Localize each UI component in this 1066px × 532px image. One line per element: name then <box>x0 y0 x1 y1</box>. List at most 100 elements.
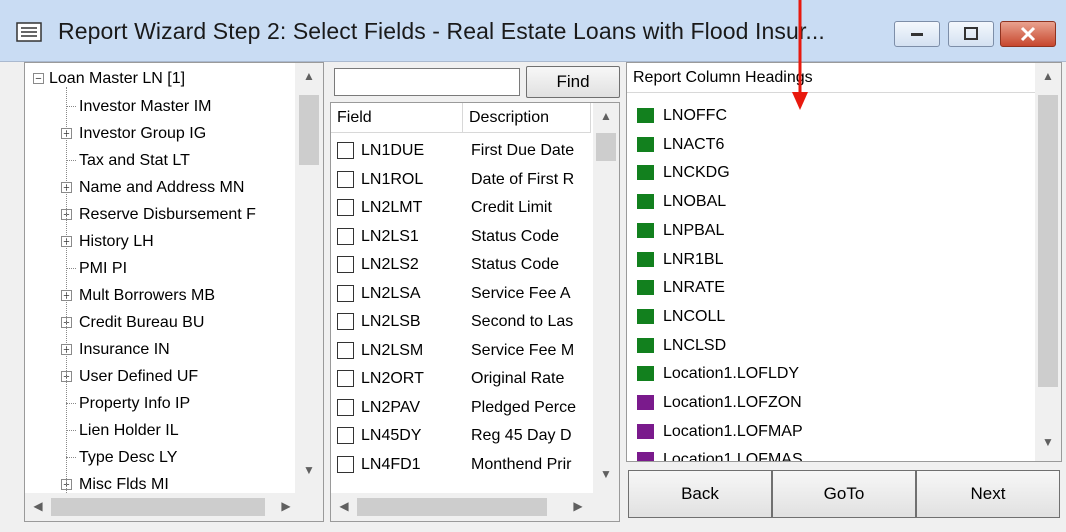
field-description: Service Fee M <box>471 341 575 359</box>
field-checkbox[interactable] <box>337 199 354 216</box>
tree-item-label: Name and Address MN <box>79 179 245 196</box>
field-horizontal-scrollbar[interactable]: ◀ ▶ <box>331 493 619 521</box>
field-description: Credit Limit <box>471 199 552 216</box>
field-checkbox[interactable] <box>337 142 354 159</box>
color-swatch-icon <box>637 395 654 410</box>
tree-item-label: Insurance IN <box>79 341 170 358</box>
field-code: LN1DUE <box>361 142 425 159</box>
field-checkbox[interactable] <box>337 341 354 359</box>
tree-item-label: Investor Master IM <box>79 98 212 115</box>
scroll-left-icon[interactable]: ◀ <box>335 499 353 513</box>
maximize-button[interactable] <box>948 21 994 47</box>
field-row[interactable]: LN2LSB Second to Las <box>331 308 591 336</box>
field-description: Status Code <box>471 256 560 273</box>
field-description: First Due Date <box>471 142 575 159</box>
field-row[interactable]: LN1ROL Date of First R <box>331 166 591 194</box>
field-description: Pledged Perce <box>471 398 576 416</box>
scroll-right-icon[interactable]: ▶ <box>277 499 295 513</box>
field-row[interactable]: LN2LMT Credit Limit <box>331 194 591 222</box>
color-swatch-icon <box>637 366 654 382</box>
field-checkbox[interactable] <box>337 313 354 330</box>
field-row[interactable]: LN45DY Reg 45 Day D <box>331 422 591 450</box>
field-checkbox[interactable] <box>337 370 354 387</box>
field-row[interactable]: LN4FD1 Monthend Prir <box>331 451 591 479</box>
color-swatch-icon <box>637 165 654 181</box>
scroll-down-icon[interactable]: ▼ <box>295 463 323 477</box>
field-row[interactable]: LN2ORT Original Rate <box>331 365 591 393</box>
tree-item-label: Tax and Stat LT <box>79 152 190 169</box>
scroll-thumb[interactable] <box>596 133 616 161</box>
field-code: LN2LS1 <box>361 227 419 245</box>
report-icon <box>16 22 42 42</box>
field-row[interactable]: LN2PAV Pledged Perce <box>331 394 591 422</box>
field-code: LN2ORT <box>361 370 424 387</box>
tree-horizontal-scrollbar[interactable]: ◀ ▶ <box>25 493 323 521</box>
field-code: LN2PAV <box>361 398 420 416</box>
field-checkbox[interactable] <box>337 170 354 188</box>
scroll-thumb[interactable] <box>51 498 265 516</box>
field-checkbox[interactable] <box>337 227 354 245</box>
report-column-label: Location1.LOFLDY <box>663 365 800 383</box>
scroll-thumb[interactable] <box>1038 95 1058 387</box>
report-column-label: Location1.LOFZON <box>663 394 802 411</box>
tree-item-label: User Defined UF <box>79 368 199 385</box>
color-swatch-icon <box>637 194 654 210</box>
scroll-down-icon[interactable]: ▼ <box>1035 435 1061 449</box>
close-button[interactable] <box>1000 21 1056 47</box>
tree-item-label: Credit Bureau BU <box>79 314 205 331</box>
report-column-label: Location1.LOFMAP <box>663 422 803 440</box>
find-button[interactable]: Find <box>526 66 620 98</box>
report-column-label: LNOBAL <box>663 193 727 211</box>
report-column-label: LNPBAL <box>663 221 725 239</box>
scroll-thumb[interactable] <box>357 498 547 516</box>
field-code: LN2LMT <box>361 199 423 216</box>
scroll-thumb[interactable] <box>299 95 319 165</box>
column-header-description[interactable]: Description <box>463 103 591 133</box>
field-row[interactable]: LN2LS2 Status Code <box>331 251 591 279</box>
tree-vertical-scrollbar[interactable]: ▲ ▼ <box>295 63 323 493</box>
field-description: Monthend Prir <box>471 455 572 473</box>
report-column-label: LNACT6 <box>663 135 725 153</box>
scroll-up-icon[interactable]: ▲ <box>295 69 323 83</box>
field-row[interactable]: LN2LSA Service Fee A <box>331 280 591 308</box>
next-button[interactable]: Next <box>916 470 1060 518</box>
color-swatch-icon <box>637 308 654 324</box>
field-row[interactable]: LN2LS1 Status Code <box>331 223 591 251</box>
field-description: Status Code <box>471 227 560 245</box>
close-icon <box>1020 26 1036 42</box>
scroll-down-icon[interactable]: ▼ <box>593 467 619 481</box>
collapse-icon[interactable]: − <box>33 73 44 85</box>
field-checkbox[interactable] <box>337 398 354 416</box>
scroll-up-icon[interactable]: ▲ <box>593 109 619 123</box>
scroll-up-icon[interactable]: ▲ <box>1035 69 1061 83</box>
title-bar: Report Wizard Step 2: Select Fields - Re… <box>0 0 1066 62</box>
tree-item-label: Investor Group IG <box>79 125 207 142</box>
field-description: Date of First R <box>471 170 575 188</box>
find-input[interactable] <box>334 68 520 96</box>
goto-button[interactable]: GoTo <box>772 470 916 518</box>
field-vertical-scrollbar[interactable]: ▲ ▼ <box>593 103 619 493</box>
field-checkbox[interactable] <box>337 284 354 302</box>
field-checkbox[interactable] <box>337 455 354 473</box>
field-checkbox[interactable] <box>337 256 354 273</box>
tree-connector <box>66 457 76 458</box>
color-swatch-icon <box>637 337 654 353</box>
color-swatch-icon <box>637 280 654 296</box>
tree-connector <box>66 430 76 431</box>
report-column-header[interactable]: Report Column Headings <box>627 63 1035 93</box>
field-description: Reg 45 Day D <box>471 427 572 444</box>
report-vertical-scrollbar[interactable]: ▲ ▼ <box>1035 63 1061 461</box>
field-row[interactable]: LN1DUE First Due Date <box>331 137 591 165</box>
back-button[interactable]: Back <box>628 470 772 518</box>
field-description: Service Fee A <box>471 284 571 302</box>
scroll-left-icon[interactable]: ◀ <box>29 499 47 513</box>
scroll-right-icon[interactable]: ▶ <box>569 499 587 513</box>
report-column-label: LNOFFC <box>663 107 727 124</box>
field-row[interactable]: LN2LSM Service Fee M <box>331 337 591 365</box>
minimize-button[interactable] <box>894 21 940 47</box>
tree-connector <box>66 106 76 107</box>
tree-item-label: Type Desc LY <box>79 449 178 466</box>
field-checkbox[interactable] <box>337 427 354 444</box>
column-header-field[interactable]: Field <box>331 103 463 133</box>
field-list: Field Description LN1DUE First Due Date LN… <box>330 102 620 522</box>
